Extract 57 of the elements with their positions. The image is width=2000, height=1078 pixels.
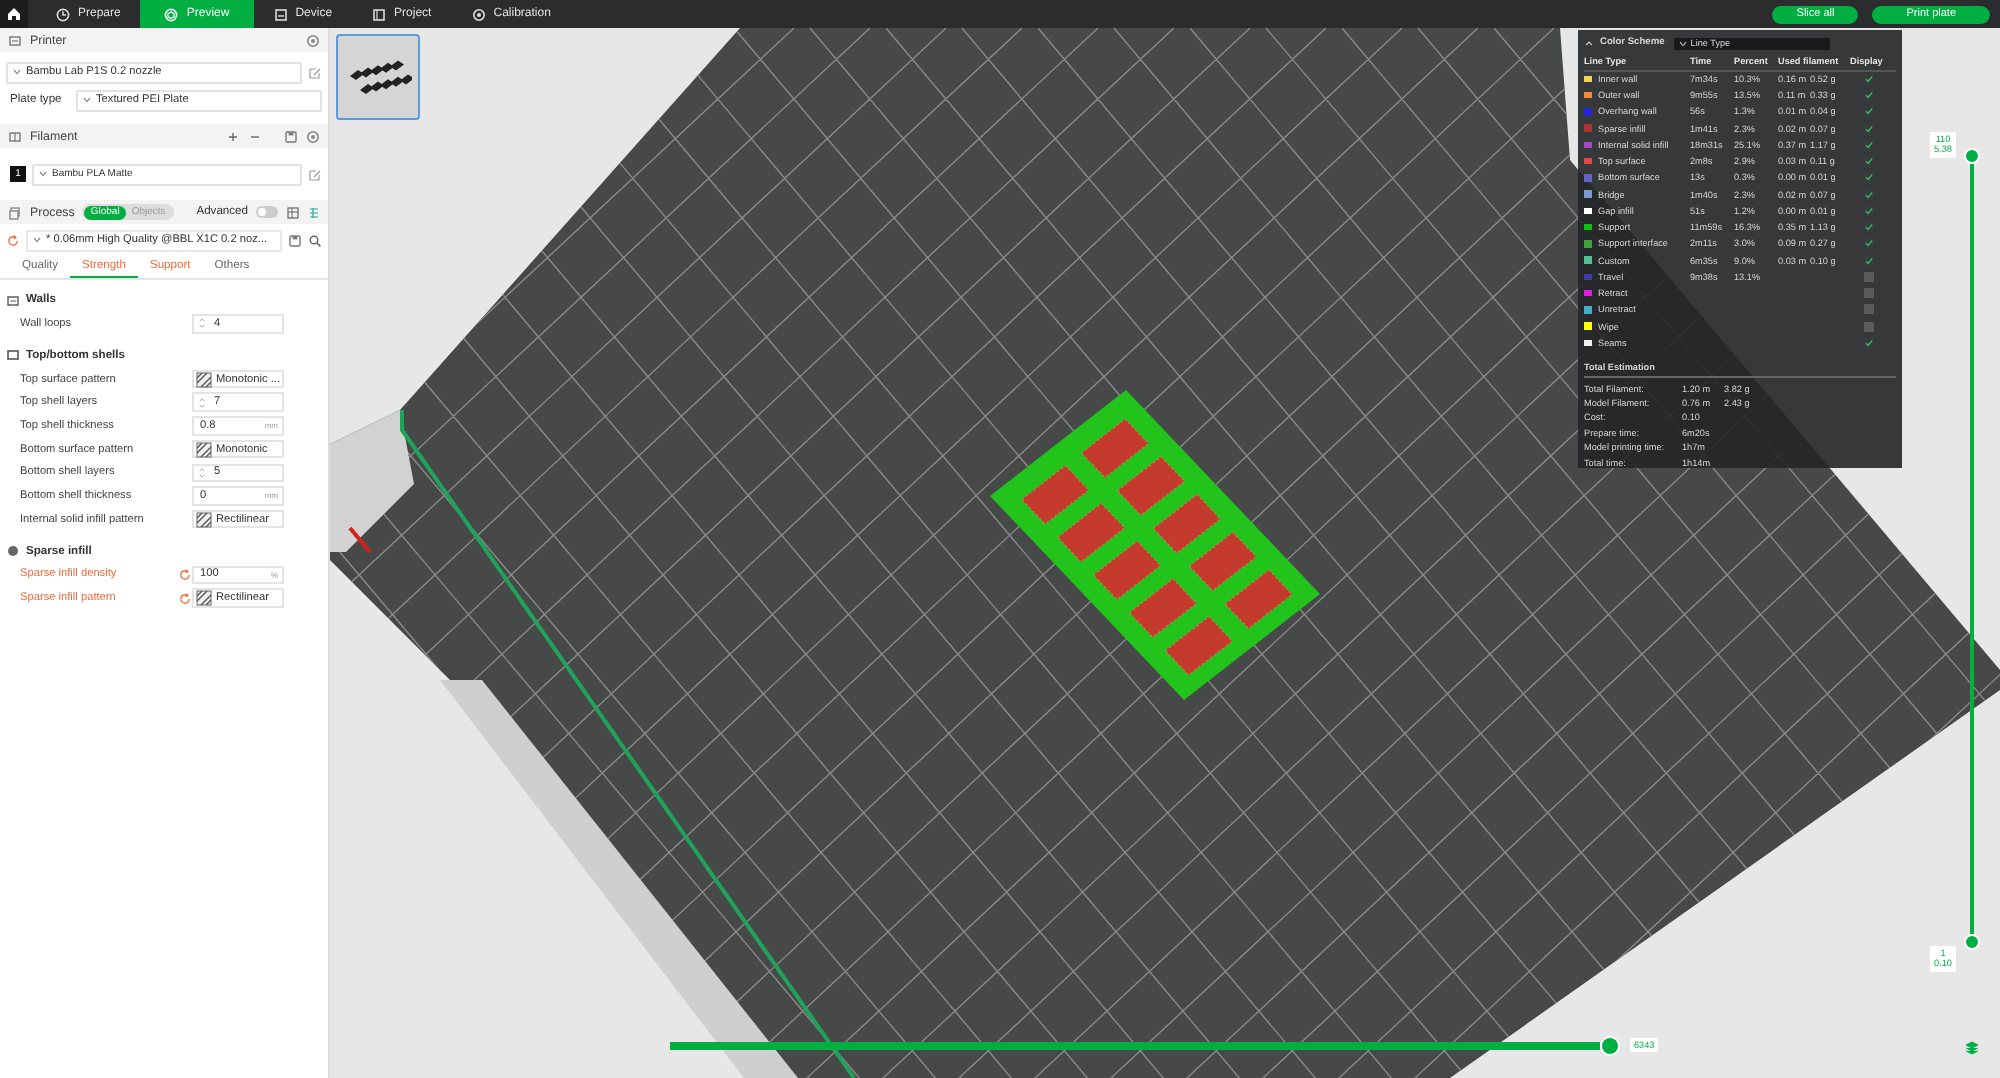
walls-icon	[6, 293, 20, 307]
dial-icon	[56, 7, 70, 21]
reset-icon[interactable]	[6, 233, 20, 247]
caret-icon	[82, 96, 92, 104]
display-checkbox[interactable]	[1864, 304, 1874, 315]
grid-icon[interactable]	[308, 205, 320, 219]
edit-icon[interactable]	[308, 65, 322, 79]
caret-icon	[1678, 39, 1689, 47]
display-checkbox[interactable]	[1864, 156, 1874, 167]
home-icon	[6, 6, 22, 22]
reset-icon[interactable]	[178, 591, 192, 606]
settings-icon[interactable]	[306, 33, 320, 47]
display-checkbox[interactable]	[1864, 90, 1874, 101]
display-checkbox[interactable]	[1864, 321, 1874, 332]
table-icon[interactable]	[286, 205, 300, 219]
search-icon[interactable]	[308, 233, 322, 247]
plate-thumbnail[interactable]	[336, 34, 420, 120]
display-checkbox[interactable]	[1864, 189, 1874, 200]
collapse-icon[interactable]	[1584, 38, 1594, 48]
shell-icon	[6, 348, 20, 363]
reset-icon[interactable]	[178, 567, 192, 582]
slider-thumb[interactable]	[1600, 1036, 1620, 1056]
infill-icon	[6, 544, 20, 558]
display-checkbox[interactable]	[1864, 73, 1874, 84]
edit-icon[interactable]	[308, 167, 322, 181]
advanced-switch[interactable]	[256, 206, 278, 218]
pattern-icon	[196, 590, 212, 607]
layers-icon[interactable]	[1964, 1040, 1980, 1056]
caret-icon	[12, 68, 22, 76]
target-icon	[471, 7, 486, 21]
settings-icon[interactable]	[306, 129, 320, 143]
caret-icon	[32, 236, 42, 244]
pattern-icon	[196, 371, 212, 388]
caret-icon	[38, 170, 48, 178]
display-checkbox[interactable]	[1864, 238, 1874, 249]
display-checkbox[interactable]	[1864, 205, 1874, 216]
cube-icon	[164, 7, 179, 21]
plus-icon[interactable]	[226, 129, 240, 143]
display-checkbox[interactable]	[1864, 255, 1874, 266]
pattern-icon	[196, 511, 212, 528]
save-icon[interactable]	[288, 233, 302, 247]
document-icon	[372, 7, 387, 21]
display-checkbox[interactable]	[1864, 106, 1874, 117]
move-slider-track[interactable]	[670, 1036, 1620, 1056]
display-checkbox[interactable]	[1864, 271, 1874, 282]
printer-icon	[8, 33, 22, 47]
save-icon[interactable]	[284, 129, 298, 143]
display-checkbox[interactable]	[1864, 123, 1874, 134]
layers-icon	[8, 205, 22, 219]
display-checkbox[interactable]	[1864, 222, 1874, 233]
pattern-icon	[196, 441, 212, 458]
home-button[interactable]	[0, 0, 28, 28]
display-checkbox[interactable]	[1864, 139, 1874, 150]
display-checkbox[interactable]	[1864, 337, 1874, 348]
display-checkbox[interactable]	[1864, 288, 1874, 299]
printer-icon	[273, 7, 288, 21]
display-checkbox[interactable]	[1864, 172, 1874, 183]
